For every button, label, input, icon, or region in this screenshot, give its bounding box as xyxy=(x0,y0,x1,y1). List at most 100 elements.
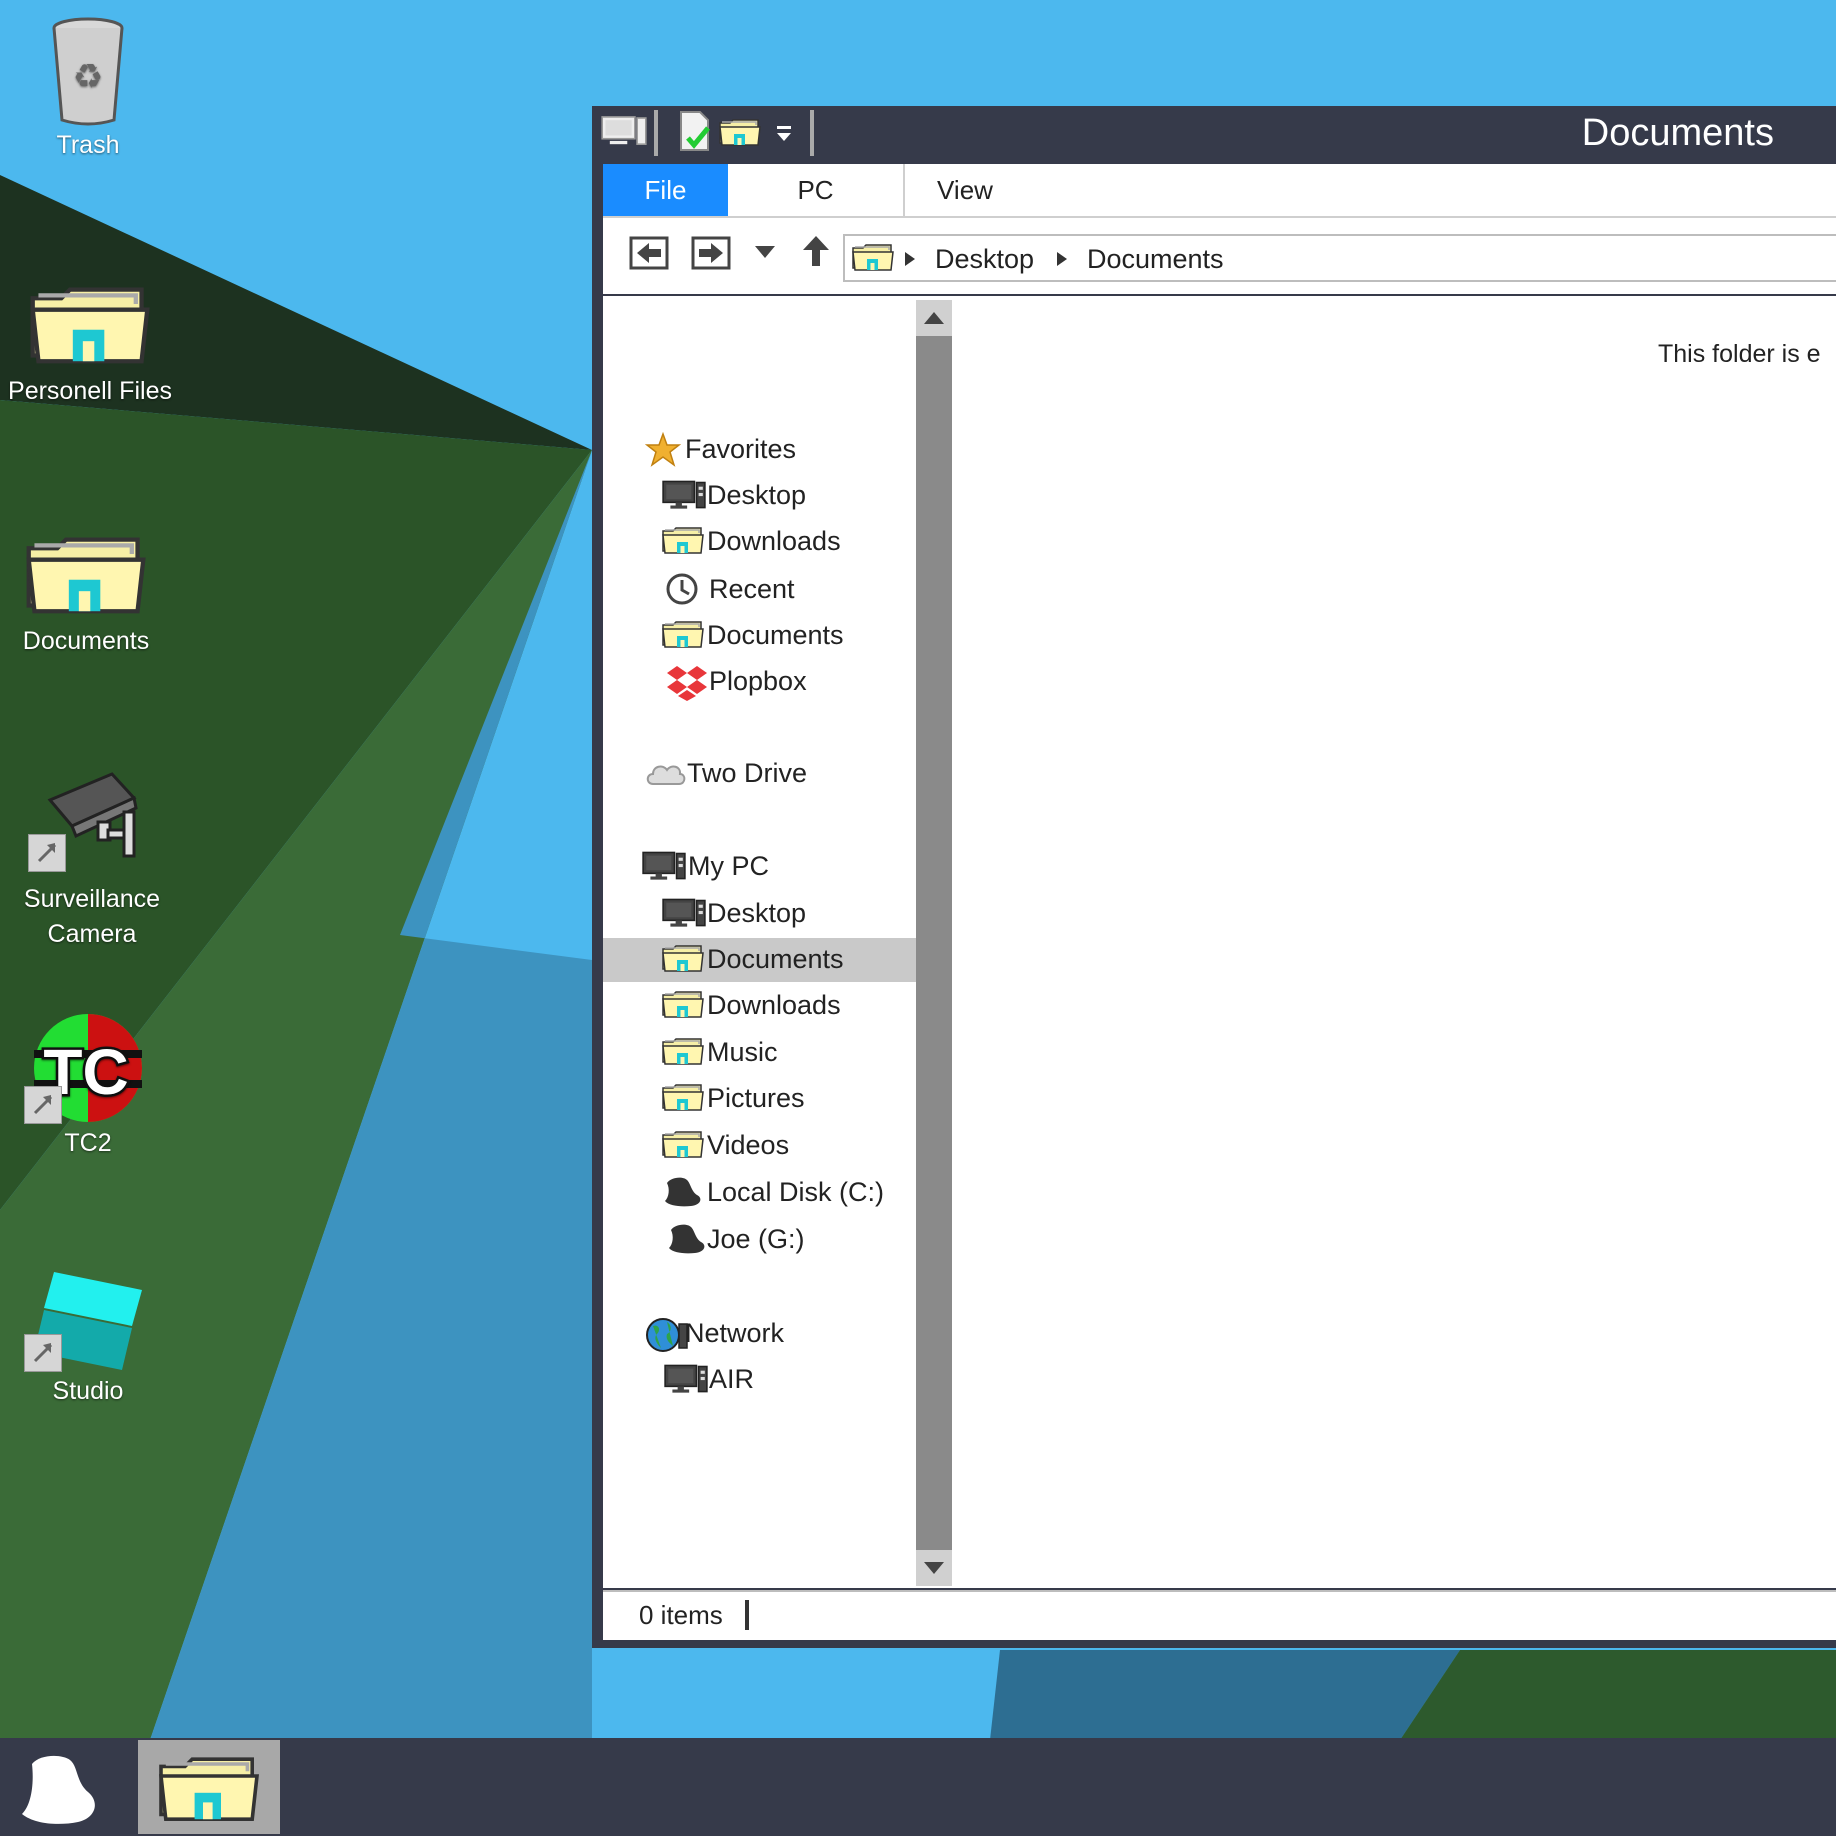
sidebar-item-desktop[interactable]: Desktop xyxy=(603,892,916,936)
up-icon[interactable] xyxy=(801,234,831,268)
folder-icon xyxy=(851,240,895,274)
folder-icon xyxy=(661,1081,705,1113)
sidebar-item-documents[interactable]: Documents xyxy=(603,938,916,982)
folder-icon xyxy=(661,942,705,974)
item-count: 0 items xyxy=(639,1600,723,1630)
sidebar-item-plopbox[interactable]: Plopbox xyxy=(603,660,916,704)
cloud-icon xyxy=(646,765,686,785)
navigation-pane: Favorites Desktop Downloads Recent Docum… xyxy=(603,296,916,1588)
sidebar-item-downloads[interactable]: Downloads xyxy=(603,520,916,564)
new-file-icon[interactable] xyxy=(678,110,712,152)
sidebar-item-recent[interactable]: Recent xyxy=(603,568,916,612)
sidebar-item-label: Pictures xyxy=(707,1083,805,1113)
desktop-icon-label: Documents xyxy=(22,627,150,655)
sidebar-item-label: Desktop xyxy=(707,898,807,928)
folder-icon xyxy=(156,1752,262,1824)
folder-icon xyxy=(661,988,705,1020)
new-folder-icon[interactable] xyxy=(718,116,762,148)
tab-pc[interactable]: PC xyxy=(728,164,905,216)
sidebar-item-air[interactable]: AIR xyxy=(603,1358,916,1402)
desktop: ♻ Trash Personell Files Documents Survei… xyxy=(0,0,1836,1836)
network-icon xyxy=(646,1318,688,1352)
arrow-down-icon xyxy=(924,1562,944,1574)
sidebar-item-label: Recent xyxy=(709,574,795,604)
tab-view[interactable]: View xyxy=(905,164,1025,216)
desktop-icon-documents[interactable]: Documents xyxy=(0,524,181,659)
breadcrumb-item[interactable]: Documents xyxy=(1087,244,1224,275)
toolbar-divider xyxy=(654,110,658,156)
sidebar-item-favorites[interactable]: Favorites xyxy=(603,428,916,472)
desktop-icon-tc2[interactable]: TC TC2 xyxy=(0,1010,183,1161)
desktop-icon-label: Studio xyxy=(52,1377,124,1405)
desktop-icon-label: Personell Files xyxy=(8,377,172,405)
folder-icon xyxy=(27,274,153,374)
sidebar-item-my-pc[interactable]: My PC xyxy=(603,845,916,889)
sidebar-item-label: Documents xyxy=(707,944,844,974)
chevron-right-icon[interactable] xyxy=(1055,250,1069,268)
sidebar-item-label: Documents xyxy=(707,620,844,650)
taskbar-item-file-explorer[interactable] xyxy=(138,1740,280,1834)
sidebar-item-desktop[interactable]: Desktop xyxy=(603,474,916,518)
sidebar-item-label: Music xyxy=(707,1037,778,1067)
sidebar-item-label: Network xyxy=(685,1318,785,1348)
sidebar-item-network[interactable]: Network xyxy=(603,1312,916,1356)
desktop-icon-surveillance-camera[interactable]: Surveillance Camera xyxy=(0,772,187,952)
sidebar-item-label: Two Drive xyxy=(687,758,808,788)
sidebar-item-documents[interactable]: Documents xyxy=(603,614,916,658)
back-icon[interactable] xyxy=(629,236,669,270)
chevron-right-icon[interactable] xyxy=(903,250,917,268)
status-divider xyxy=(745,1600,749,1630)
sidebar-item-label: Videos xyxy=(707,1130,790,1160)
content-pane[interactable]: This folder is e xyxy=(952,296,1836,1588)
desktop-icon-label: Trash xyxy=(56,131,120,159)
arrow-up-icon xyxy=(924,312,944,324)
folder-icon xyxy=(661,524,705,556)
desktop-icon-trash[interactable]: ♻ Trash xyxy=(0,10,183,163)
tab-file[interactable]: File xyxy=(603,164,728,216)
sidebar-item-label: Favorites xyxy=(685,434,797,464)
explorer-body: Favorites Desktop Downloads Recent Docum… xyxy=(603,296,1836,1588)
hat-drive-icon xyxy=(661,1173,705,1211)
sidebar-item-music[interactable]: Music xyxy=(603,1031,916,1075)
breadcrumb-item[interactable]: Desktop xyxy=(935,244,1034,275)
sidebar-item-label: Desktop xyxy=(707,480,807,510)
start-hat-icon[interactable] xyxy=(18,1752,102,1826)
folder-icon xyxy=(23,524,149,624)
sidebar-item-two-drive[interactable]: Two Drive xyxy=(603,752,916,796)
forward-icon[interactable] xyxy=(691,236,731,270)
sidebar-item-label: Downloads xyxy=(707,526,841,556)
hat-drive-icon xyxy=(665,1220,709,1258)
sidebar-item-downloads[interactable]: Downloads xyxy=(603,984,916,1028)
pc-icon xyxy=(661,478,707,510)
sidebar-item-pictures[interactable]: Pictures xyxy=(603,1077,916,1121)
sidebar-scrollbar[interactable] xyxy=(916,300,952,1586)
address-bar[interactable]: Desktop Documents xyxy=(843,234,1836,282)
ribbon-tabs: File PC View xyxy=(603,164,1836,218)
sidebar-item-label: Local Disk (C:) xyxy=(707,1177,885,1207)
clock-icon xyxy=(666,573,698,605)
folder-icon xyxy=(661,1128,705,1160)
shortcut-arrow-icon xyxy=(24,1334,62,1372)
title-bar[interactable]: Documents xyxy=(592,106,1836,164)
pc-icon[interactable] xyxy=(600,112,648,148)
status-bar: 0 items xyxy=(603,1590,1836,1640)
sidebar-item-label: Plopbox xyxy=(709,666,807,696)
sidebar-item-videos[interactable]: Videos xyxy=(603,1124,916,1168)
sidebar-item-joe-drive[interactable]: Joe (G:) xyxy=(603,1218,916,1262)
scroll-up-button[interactable] xyxy=(916,300,952,336)
pc-icon xyxy=(641,849,687,881)
desktop-icon-studio[interactable]: Studio xyxy=(0,1270,183,1409)
scroll-down-button[interactable] xyxy=(916,1550,952,1586)
desktop-icon-personell-files[interactable]: Personell Files xyxy=(0,274,185,409)
recent-dropdown-icon[interactable] xyxy=(753,244,777,260)
trash-icon: ♻ xyxy=(52,17,124,126)
window-title: Documents xyxy=(1581,112,1774,154)
toolbar-divider xyxy=(810,110,814,156)
sidebar-item-label: My PC xyxy=(688,851,769,881)
dropdown-icon[interactable] xyxy=(774,124,794,144)
sidebar-item-local-disk[interactable]: Local Disk (C:) xyxy=(603,1171,916,1215)
shortcut-arrow-icon xyxy=(24,1086,62,1124)
desktop-icon-label: Surveillance Camera xyxy=(23,885,161,948)
sidebar-item-label: AIR xyxy=(709,1364,755,1394)
explorer-window: Documents File PC View Desktop Documents… xyxy=(592,106,1836,1648)
